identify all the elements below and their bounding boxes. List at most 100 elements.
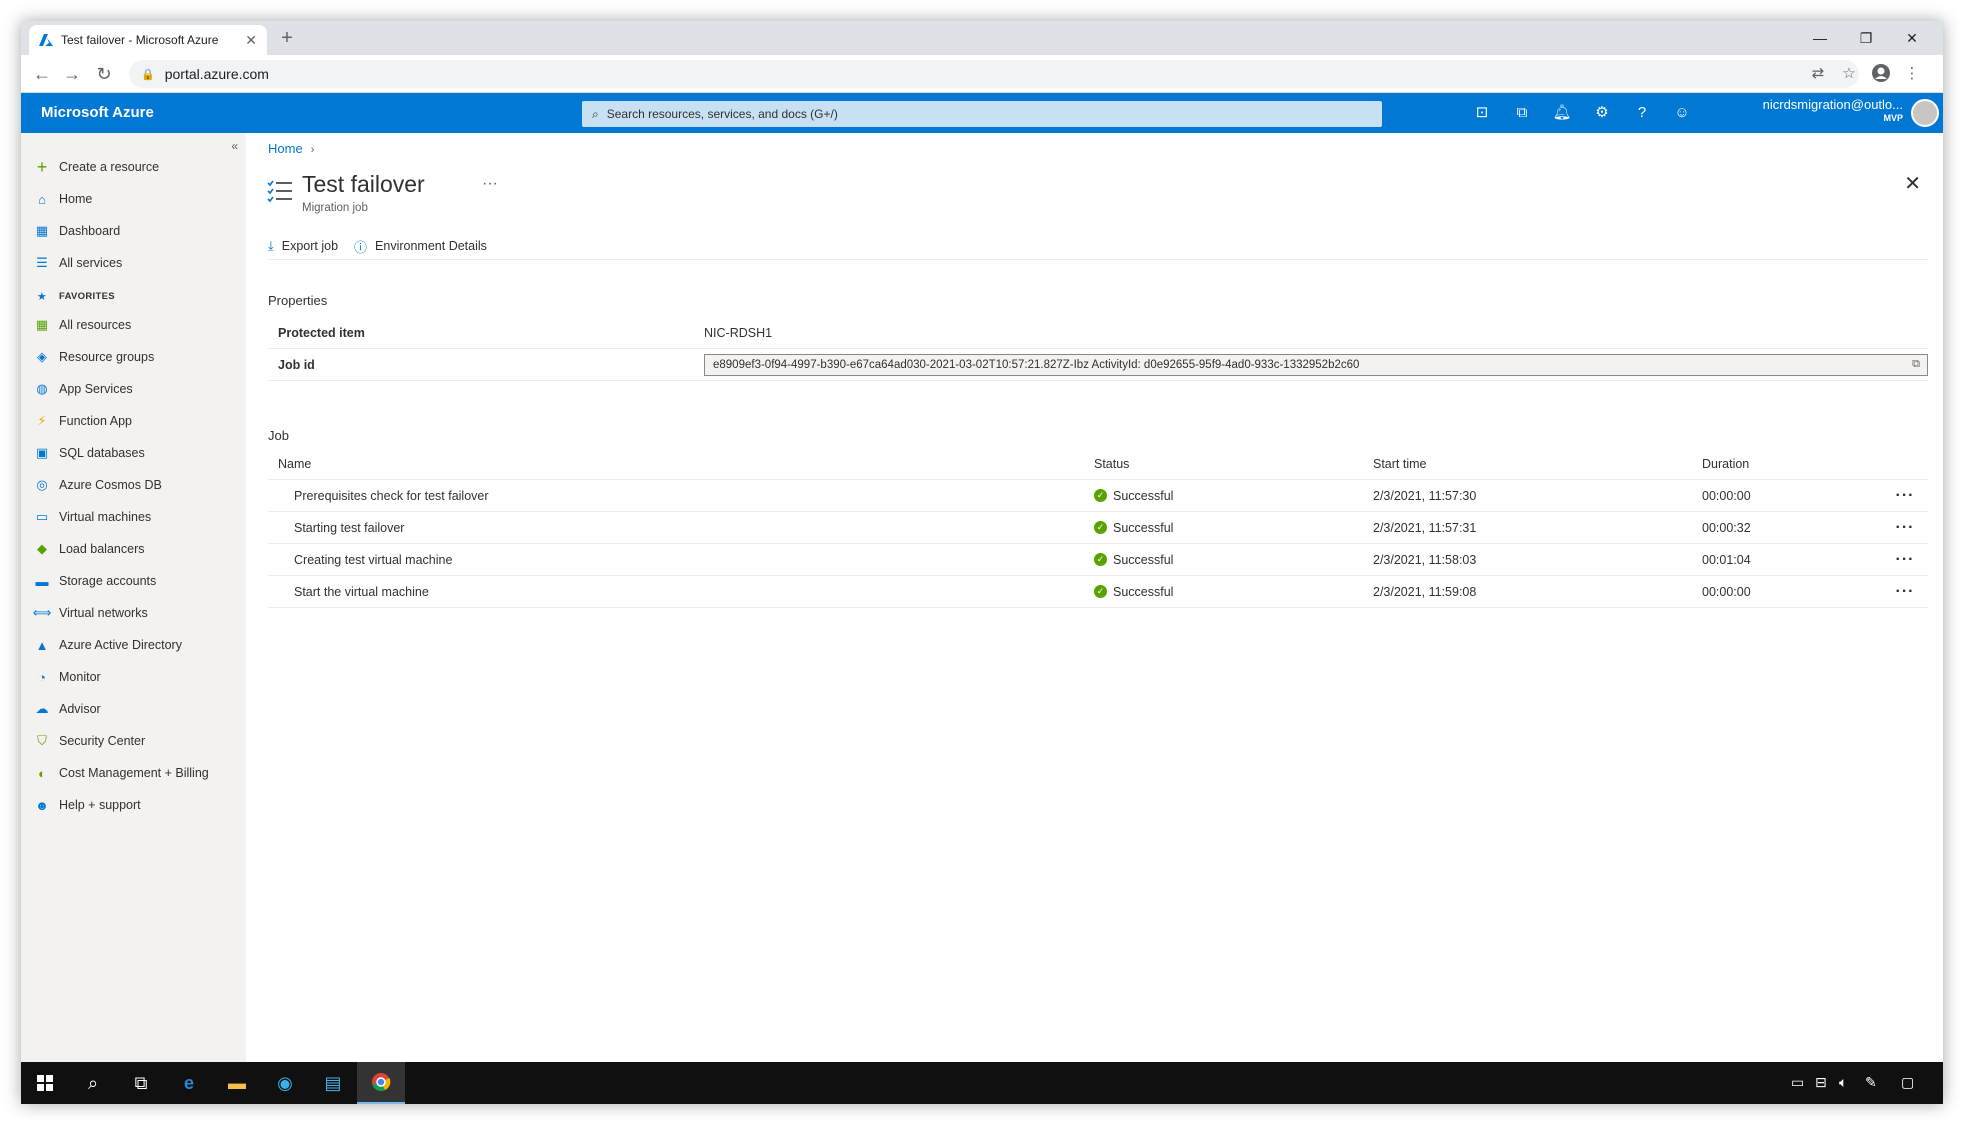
sidebar-item-function-app[interactable]: ⚡︎ Function App [33,409,132,433]
success-check-icon: ✓ [1094,553,1107,566]
row-more-options-icon[interactable]: ··· [1882,583,1928,601]
sidebar-item-label: All resources [59,318,132,332]
account-info[interactable]: nicrdsmigration@outlo... MVP [1743,97,1903,123]
sidebar-item-label: Cost Management + Billing [59,766,209,780]
global-search-input[interactable]: ⌕ Search resources, services, and docs (… [582,101,1382,127]
star-icon[interactable]: ☆ [1838,63,1860,85]
table-row[interactable]: Prerequisites check for test failover ✓ Su… [268,480,1928,512]
sidebar-item-all-services[interactable]: ☰ All services [33,251,122,275]
close-blade-button[interactable]: ✕ [1904,171,1921,196]
export-job-label: Export job [281,239,339,253]
sidebar-item-virtual-machines[interactable]: ▭ Virtual machines [33,505,151,529]
job-step-name: Creating test virtual machine [294,552,453,567]
environment-details-button[interactable]: ⓘ Environment Details [354,237,487,256]
sidebar-item-dashboard[interactable]: ▦ Dashboard [33,219,120,243]
sidebar-item-monitor[interactable]: ◔ Monitor [33,665,101,689]
column-header-start-time[interactable]: Start time [1373,457,1702,471]
back-icon[interactable]: ← [29,62,55,86]
forward-icon[interactable]: → [59,62,85,86]
server-manager-icon[interactable]: ▤ [309,1062,357,1104]
windows-taskbar: ⌕ ⧉ e ▬ ◉ ▤ ▭ ⊟ 🔈︎ ✎ ▢ [21,1062,1943,1104]
sidebar-item-azure-cosmos-db[interactable]: ◎ Azure Cosmos DB [33,473,161,497]
sidebar-item-security-center[interactable]: ⛉ Security Center [33,729,145,753]
file-explorer-icon[interactable]: ▬ [213,1062,261,1104]
tray-volume-muted-icon[interactable]: 🔈︎ [1839,1074,1847,1091]
help-icon[interactable]: ? [1630,101,1654,125]
cloud-shell-icon[interactable]: ⊡ [1470,101,1494,125]
sidebar-item-resource-groups[interactable]: ◈ Resource groups [33,345,154,369]
sidebar-item-label: Security Center [59,734,146,748]
sidebar-item-cost-management-billing[interactable]: ◐ Cost Management + Billing [33,761,209,785]
plus-icon: + [36,156,48,177]
sidebar-item-storage-accounts[interactable]: ▬ Storage accounts [33,569,157,593]
sidebar-item-load-balancers[interactable]: ◆ Load balancers [33,537,144,561]
job-step-duration: 00:00:00 [1702,584,1751,599]
browser-tab[interactable]: Test failover - Microsoft Azure ✕ [29,25,267,55]
azure-brand[interactable]: Microsoft Azure [41,93,154,133]
sidebar-item-label: Azure Active Directory [59,638,182,652]
reload-icon[interactable]: ↻ [91,62,117,86]
profile-icon[interactable] [1870,63,1892,85]
avatar[interactable] [1911,99,1939,127]
sidebar-item-label: Help + support [59,798,141,812]
sidebar-item-all-resources[interactable]: ▦ All resources [33,313,131,337]
table-row[interactable]: Start the virtual machine ✓ Successful 2/3/… [268,576,1928,608]
row-more-options-icon[interactable]: ··· [1882,487,1928,505]
row-more-options-icon[interactable]: ··· [1882,551,1928,569]
sidebar-item-help-support[interactable]: ☻ Help + support [33,793,141,817]
more-options-icon[interactable]: ··· [482,175,498,193]
sidebar-item-sql-databases[interactable]: ▣ SQL databases [33,441,145,465]
property-row-protected-item: Protected item NIC-RDSH1 [268,317,1928,349]
column-header-duration[interactable]: Duration [1702,457,1882,471]
browser-menu-icon[interactable]: ⋮ [1901,63,1923,85]
chrome-browser-icon[interactable] [357,1062,405,1104]
sidebar-item-label: Resource groups [59,350,155,364]
status-text: Successful [1113,552,1174,567]
sidebar-item-azure-active-directory[interactable]: ▲ Azure Active Directory [33,633,182,657]
sidebar-item-create-resource[interactable]: + Create a resource [33,155,159,179]
taskbar-search-icon[interactable]: ⌕ [69,1062,117,1104]
storage-icon: ▬ [35,573,49,589]
tray-network-icon[interactable]: ⊟ [1815,1074,1827,1091]
feedback-smiley-icon[interactable]: ☺ [1670,101,1694,125]
breadcrumb-home-link[interactable]: Home [268,141,303,156]
notifications-icon[interactable]: 🔔︎ [1550,101,1574,125]
table-row[interactable]: Creating test virtual machine ✓ Successful… [268,544,1928,576]
edge-browser-icon[interactable]: ◉ [261,1062,309,1104]
browser-tab-title: Test failover - Microsoft Azure [61,33,219,47]
shield-icon: ⛉ [37,733,47,748]
globe-icon: ◍ [36,381,48,396]
minimize-button[interactable]: — [1797,21,1843,55]
url-field[interactable]: 🔒 portal.azure.com [129,60,1859,88]
close-tab-icon[interactable]: ✕ [245,32,257,49]
sidebar-item-virtual-networks[interactable]: ⟺ Virtual networks [33,601,148,625]
windows-start-icon[interactable] [21,1062,69,1104]
maximize-button[interactable]: ❐ [1843,21,1889,55]
sidebar-item-home[interactable]: ⌂ Home [33,187,92,211]
export-job-button[interactable]: ⤓ Export job [268,238,338,254]
task-view-icon[interactable]: ⧉ [117,1062,165,1104]
job-id-field[interactable]: e8909ef3-0f94-4997-b390-e67ca64ad030-202… [704,353,1928,376]
settings-gear-icon[interactable]: ⚙ [1590,101,1614,125]
tray-pen-icon[interactable]: ✎ [1865,1074,1877,1091]
directory-filter-icon[interactable]: ⧉ [1510,101,1534,125]
sidebar-item-app-services[interactable]: ◍ App Services [33,377,132,401]
translate-icon[interactable]: ⇄ [1807,63,1829,85]
column-header-status[interactable]: Status [1094,457,1373,471]
copy-icon[interactable]: ⧉ [1905,358,1927,371]
search-placeholder: Search resources, services, and docs (G+… [606,107,838,121]
sidebar-item-advisor[interactable]: ☁ Advisor [33,697,101,721]
internet-explorer-icon[interactable]: e [165,1062,213,1104]
tray-power-icon[interactable]: ▭ [1791,1074,1804,1091]
close-window-button[interactable]: ✕ [1889,21,1935,55]
person-icon: ☻ [35,797,49,813]
new-tab-button[interactable]: + [275,27,299,51]
planet-icon: ◎ [36,477,48,492]
sidebar-item-label: Storage accounts [59,574,157,588]
collapse-sidebar-icon[interactable]: « [231,139,238,153]
action-center-icon[interactable]: ▢ [1901,1074,1914,1091]
row-more-options-icon[interactable]: ··· [1882,519,1928,537]
page-subtitle: Migration job [302,202,368,214]
table-row[interactable]: Starting test failover ✓ Successful 2/3/202… [268,512,1928,544]
column-header-name[interactable]: Name [268,457,1094,471]
